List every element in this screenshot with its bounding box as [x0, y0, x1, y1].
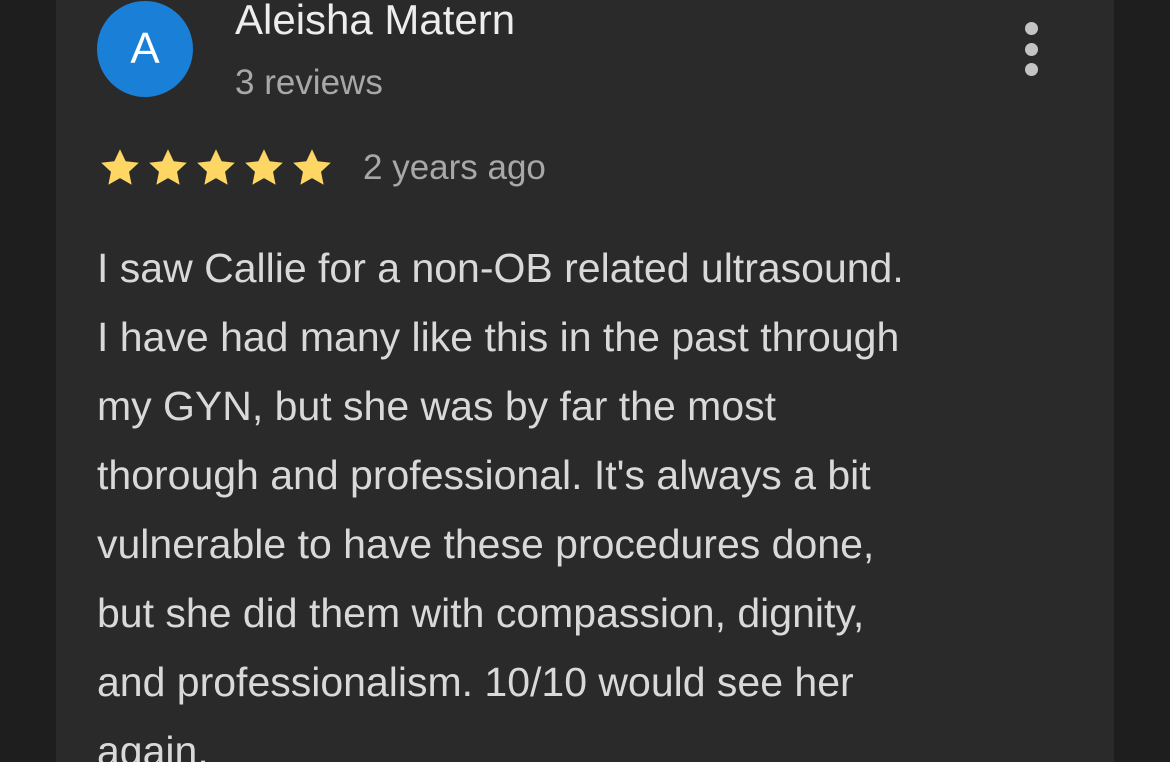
review-text-line: but she did them with compassion, dignit… [97, 590, 865, 636]
review-text-line: I have had many like this in the past th… [97, 314, 900, 360]
star-icon [197, 149, 235, 185]
star-icon [293, 149, 331, 185]
review-text-line: thorough and professional. It's always a… [97, 452, 871, 498]
review-text-line: and professionalism. 10/10 would see her [97, 659, 854, 705]
page: A Aleisha Matern 3 reviews 2 years ago I… [0, 0, 1170, 762]
review-text: I saw Callie for a non-OB related ultras… [97, 234, 1077, 762]
review-count: 3 reviews [235, 63, 383, 102]
avatar[interactable]: A [97, 1, 193, 97]
review-card: A Aleisha Matern 3 reviews 2 years ago I… [56, 0, 1114, 762]
star-icon [245, 149, 283, 185]
review-text-line: my GYN, but she was by far the most [97, 383, 777, 429]
review-text-line: again. [97, 728, 209, 762]
review-text-line: vulnerable to have these procedures done… [97, 521, 875, 567]
star-icon [101, 149, 139, 185]
more-options-button[interactable] [1006, 16, 1056, 82]
star-icon [149, 149, 187, 185]
rating-row: 2 years ago [97, 142, 546, 194]
avatar-letter: A [130, 24, 160, 73]
star-rating [97, 145, 335, 191]
review-text-line: I saw Callie for a non-OB related ultras… [97, 245, 904, 291]
author-name[interactable]: Aleisha Matern [235, 0, 515, 46]
review-time: 2 years ago [363, 148, 546, 187]
